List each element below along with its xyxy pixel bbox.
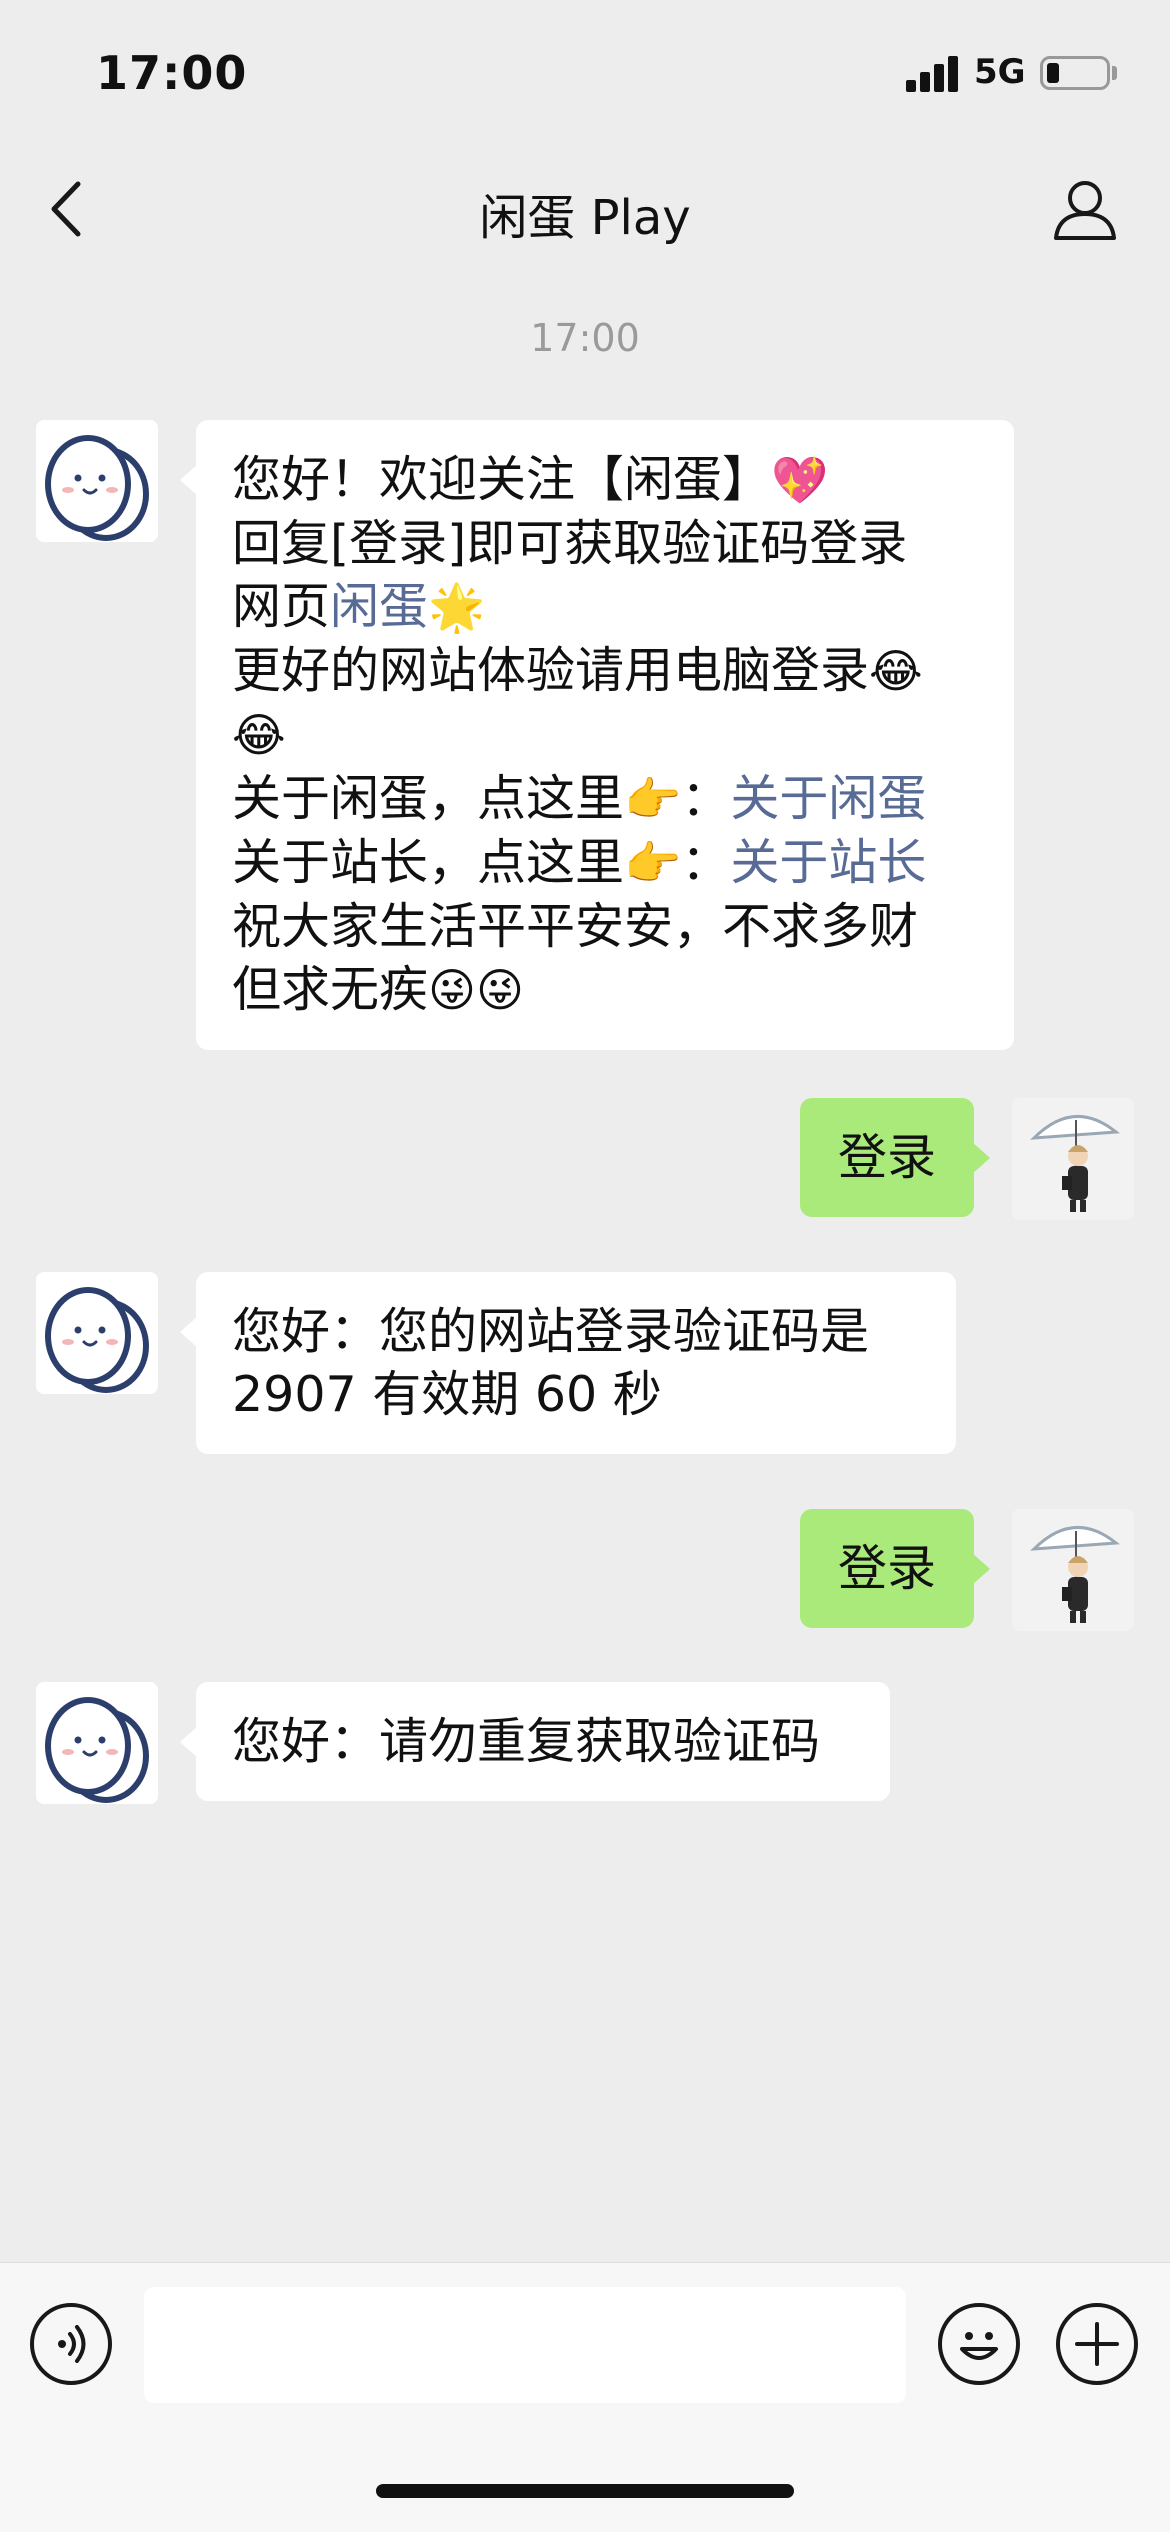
- egg-avatar-icon: [45, 1697, 149, 1803]
- home-indicator[interactable]: [376, 2484, 794, 2498]
- message-line: 但求无疾😜😜: [232, 961, 524, 1018]
- nav-bar: 闲蛋 Play: [0, 150, 1170, 270]
- message-line: 2907 有效期 60 秒: [232, 1366, 662, 1423]
- outgoing-message-login[interactable]: 登录: [799, 1509, 991, 1628]
- status-bar: 17:00 5G: [0, 0, 1170, 140]
- smiley-icon: [960, 2332, 998, 2360]
- cellular-signal-icon: [906, 56, 960, 92]
- user-avatar[interactable]: [1012, 1509, 1134, 1631]
- bot-avatar[interactable]: [36, 420, 158, 542]
- incoming-message-no-repeat[interactable]: 您好：请勿重复获取验证码: [180, 1682, 890, 1801]
- message-line: 您好：请勿重复获取验证码: [232, 1713, 821, 1770]
- incoming-message-welcome[interactable]: 您好！欢迎关注【闲蛋】💖 回复[登录]即可获取验证码登录 网页闲蛋🌟 更好的网站…: [180, 420, 1014, 1050]
- user-avatar-image: [1012, 1098, 1134, 1220]
- star-emoji-icon: 🌟: [428, 580, 486, 634]
- heart-emoji-icon: 💖: [771, 453, 829, 507]
- voice-button[interactable]: [30, 2303, 112, 2385]
- bot-avatar[interactable]: [36, 1272, 158, 1394]
- plus-icon: [1075, 2322, 1119, 2366]
- emoji-button[interactable]: [938, 2303, 1020, 2385]
- egg-avatar-icon: [45, 1287, 149, 1393]
- user-avatar[interactable]: [1012, 1098, 1134, 1220]
- winking-tongue-emoji-icon: 😜😜: [428, 963, 524, 1017]
- link-about-xiandan[interactable]: 关于闲蛋: [730, 770, 926, 827]
- status-time: 17:00: [96, 46, 248, 100]
- message-line: 关于闲蛋，点这里👉：关于闲蛋: [232, 770, 927, 827]
- egg-avatar-icon: [45, 435, 149, 541]
- voice-icon: [58, 2325, 86, 2363]
- message-line: 您好：您的网站登录验证码是: [232, 1303, 870, 1360]
- battery-tip: [1112, 66, 1117, 80]
- battery-icon: [1040, 56, 1110, 90]
- pointing-hand-emoji-icon: 👉: [624, 772, 682, 826]
- message-line: 祝大家生活平平安安，不求多财: [232, 898, 919, 955]
- network-type: 5G: [974, 52, 1026, 92]
- laughing-emoji-icon: 😂: [232, 708, 286, 762]
- user-avatar-image: [1012, 1509, 1134, 1631]
- message-timestamp: 17:00: [530, 316, 640, 360]
- message-line: 网页闲蛋🌟: [232, 578, 486, 635]
- back-icon[interactable]: [40, 174, 100, 244]
- chat-title: 闲蛋 Play: [479, 190, 691, 246]
- more-button[interactable]: [1056, 2303, 1138, 2385]
- message-line: 您好！欢迎关注【闲蛋】💖: [232, 451, 829, 508]
- link-xiandan[interactable]: 闲蛋: [330, 578, 428, 635]
- message-input[interactable]: [144, 2287, 906, 2403]
- message-line: 😂: [232, 703, 978, 767]
- link-about-owner[interactable]: 关于站长: [730, 834, 926, 891]
- pointing-hand-emoji-icon: 👉: [624, 836, 682, 890]
- outgoing-message-login[interactable]: 登录: [799, 1098, 991, 1217]
- profile-icon[interactable]: [1050, 174, 1120, 244]
- incoming-message-verification-code[interactable]: 您好：您的网站登录验证码是 2907 有效期 60 秒: [180, 1272, 956, 1454]
- message-line: 回复[登录]即可获取验证码登录: [232, 515, 908, 572]
- laughing-emoji-icon: 😂: [869, 644, 923, 698]
- message-line: 更好的网站体验请用电脑登录😂: [232, 642, 923, 699]
- bot-avatar[interactable]: [36, 1682, 158, 1804]
- message-line: 关于站长，点这里👉：关于站长: [232, 834, 927, 891]
